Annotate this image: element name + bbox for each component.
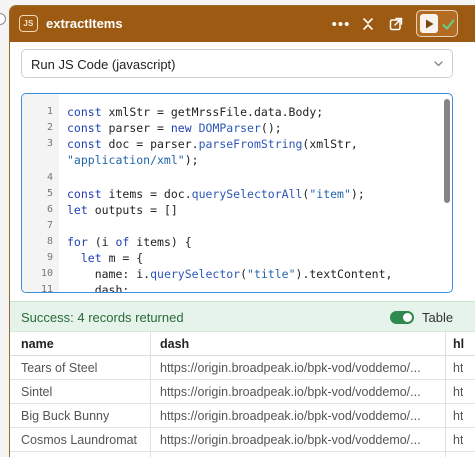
line-number: 4 [46,172,53,183]
table-view-toggle[interactable] [390,311,414,324]
column-header-hls[interactable]: hl [453,337,464,351]
cell-dash: https://origin.broadpeak.io/bpk-vod/vodd… [160,361,421,375]
cell-hls: ht [453,409,464,423]
editor-scrollbar[interactable] [444,99,450,203]
table-row[interactable]: Tears of Steel https://origin.broadpeak.… [10,356,475,380]
column-header-name[interactable]: name [21,337,54,351]
language-select[interactable]: Run JS Code (javascript) [21,49,453,78]
connection-handle[interactable] [0,13,6,25]
line-number: 5 [46,188,53,199]
popout-icon[interactable] [386,14,406,34]
line-number: 3 [46,138,53,149]
line-number: 9 [46,252,53,263]
more-horizontal-icon[interactable]: ••• [331,14,351,34]
code-line: const items = doc.querySelectorAll("item… [67,187,365,201]
code-node-card: JS extractItems ••• Run JS Code (javascr… [9,5,475,457]
cell-hls: ht [453,385,464,399]
code-line: "application/xml"); [67,153,199,167]
cell-dash: https://origin.broadpeak.io/bpk-vod/vodd… [160,385,421,399]
run-controls [416,10,458,37]
code-line: const parser = new DOMParser(); [67,121,282,135]
line-number: 6 [46,204,53,215]
cell-hls: ht [453,361,464,375]
chevron-down-icon [434,61,443,67]
run-button[interactable] [420,14,438,33]
line-number: 7 [46,220,53,231]
line-number: 11 [40,284,53,293]
table-row[interactable]: Sintel https://origin.broadpeak.io/bpk-v… [10,380,475,404]
result-status-bar: Success: 4 records returned Table [10,301,475,332]
line-number: 2 [46,122,53,133]
column-header-dash[interactable]: dash [160,337,189,351]
results-table-header: name dash hl [10,332,475,356]
collapse-icon[interactable] [358,14,378,34]
code-editor[interactable]: 1 2 3 4 5 6 7 8 9 10 11 const xmlStr = g… [21,93,453,293]
table-row[interactable]: Cosmos Laundromat https://origin.broadpe… [10,428,475,452]
cell-name: Cosmos Laundromat [21,433,138,447]
code-line: const doc = parser.parseFromString(xmlSt… [67,137,358,151]
table-view-label: Table [422,310,454,325]
node-header: JS extractItems ••• [10,6,475,42]
cell-dash: https://origin.broadpeak.io/bpk-vod/vodd… [160,409,421,423]
line-gutter: 1 2 3 4 5 6 7 8 9 10 11 [22,94,59,292]
status-text: Success: 4 records returned [21,310,184,325]
column-divider[interactable] [150,332,151,457]
code-line: dash: [67,283,130,293]
code-line: const xmlStr = getMrssFile.data.Body; [67,105,324,119]
cell-name: Tears of Steel [21,361,98,375]
cell-hls: ht [453,433,464,447]
language-select-value: Run JS Code (javascript) [31,57,176,72]
js-icon: JS [19,15,38,32]
line-number: 8 [46,236,53,247]
code-line: let m = { [80,251,144,265]
code-line: name: i.querySelector("title").textConte… [67,267,393,281]
line-number: 10 [40,268,53,279]
code-line: for (i of items) { [67,235,192,249]
node-title[interactable]: extractItems [46,16,123,31]
cell-name: Big Buck Bunny [21,409,110,423]
column-divider[interactable] [445,332,446,457]
toggle-knob [403,313,412,322]
play-icon [425,19,433,28]
check-icon [440,15,456,33]
code-line: let outputs = [] [67,203,178,217]
cell-dash: https://origin.broadpeak.io/bpk-vod/vodd… [160,433,421,447]
cell-name: Sintel [21,385,53,399]
table-row[interactable]: Big Buck Bunny https://origin.broadpeak.… [10,404,475,428]
line-number: 1 [46,106,53,117]
